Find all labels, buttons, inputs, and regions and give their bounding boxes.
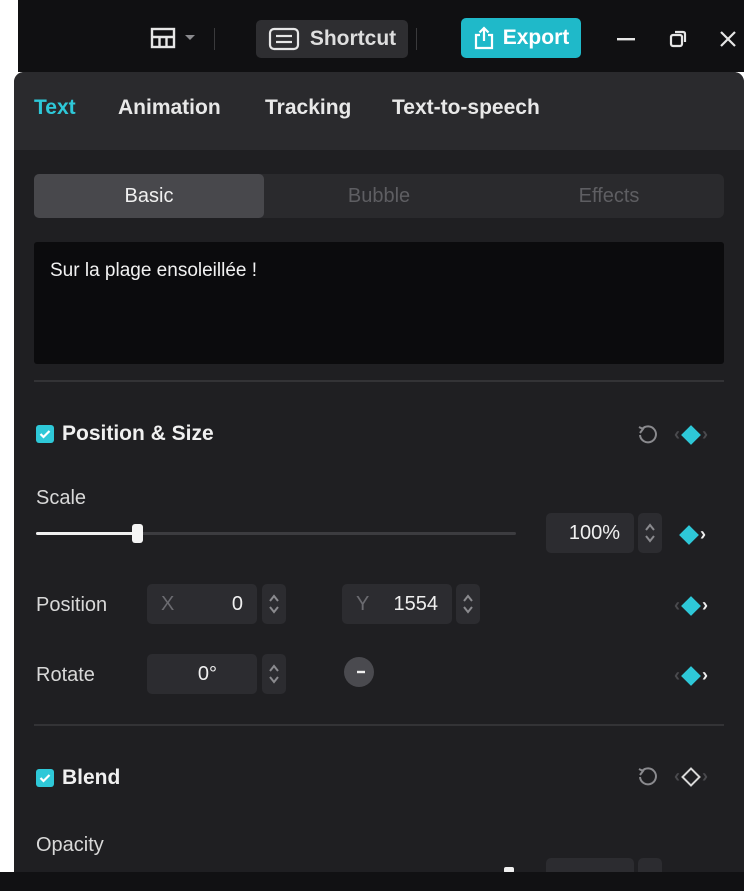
shortcut-button[interactable]: Shortcut [256, 20, 408, 58]
keyboard-icon [268, 27, 299, 51]
reset-icon[interactable] [636, 424, 658, 446]
position-y-prefix: Y [356, 592, 370, 615]
scale-label: Scale [36, 487, 87, 509]
section-divider [34, 724, 724, 726]
close-icon [720, 31, 736, 47]
position-x-input[interactable]: X 0 [147, 584, 257, 624]
keyframe-diamond-icon [681, 424, 701, 445]
tab-tracking[interactable]: Tracking [265, 96, 351, 120]
subtab-bubble[interactable]: Bubble [264, 174, 494, 218]
keyframe-diamond-icon [681, 665, 701, 686]
keyframe-diamond-icon [681, 766, 701, 787]
blend-checkbox[interactable] [36, 769, 54, 787]
properties-panel: Text Animation Tracking Text-to-speech B… [14, 72, 744, 872]
position-size-title: Position & Size [62, 422, 214, 445]
stepper-arrows-icon [463, 594, 473, 614]
chevron-right-icon: › [702, 665, 708, 685]
restore-icon [669, 30, 687, 48]
opacity-label: Opacity [36, 834, 104, 856]
scale-slider-thumb[interactable] [131, 524, 143, 543]
stepper-arrows-icon [645, 523, 655, 543]
subtab-segmented-control: Basic Bubble Effects [34, 174, 724, 218]
scale-value: 100% [568, 521, 620, 544]
restore-button[interactable] [664, 24, 692, 54]
position-label: Position [36, 594, 108, 616]
position-size-checkbox[interactable] [36, 425, 54, 443]
position-x-stepper[interactable] [262, 584, 286, 624]
tab-animation[interactable]: Animation [118, 96, 221, 120]
keyframe-diamond-icon [681, 595, 701, 616]
export-button[interactable]: Export [461, 18, 581, 58]
tab-text[interactable]: Text [34, 96, 76, 120]
keyframe-diamond-icon [679, 524, 699, 545]
section-divider [34, 380, 724, 382]
blend-header: Blend [36, 766, 120, 790]
check-icon [39, 774, 51, 783]
chevron-down-icon [185, 35, 195, 40]
chevron-left-icon: ‹ [674, 595, 680, 615]
layout-icon [150, 27, 176, 49]
scale-keyframe[interactable]: › [679, 524, 706, 545]
rotate-dial-icon [357, 670, 365, 674]
check-icon [39, 430, 51, 439]
position-y-input[interactable]: Y 1554 [342, 584, 452, 624]
position-keyframe[interactable]: ‹ › [674, 595, 708, 616]
close-button[interactable] [714, 24, 742, 54]
scale-slider-fill [36, 532, 137, 535]
minimize-icon [617, 38, 635, 41]
chevron-right-icon: › [702, 424, 708, 444]
rotate-label: Rotate [36, 664, 95, 686]
minimize-button[interactable] [612, 24, 640, 54]
window-edge [0, 72, 14, 872]
tab-bar: Text Animation Tracking Text-to-speech [14, 72, 744, 150]
opacity-stepper[interactable] [638, 858, 662, 872]
rotate-value: 0° [197, 662, 217, 685]
position-x-value: 0 [231, 592, 243, 615]
blend-keyframe[interactable]: ‹ › [674, 766, 708, 787]
export-label: Export [502, 26, 570, 49]
window-bottom-edge [0, 872, 744, 891]
scale-stepper[interactable] [638, 513, 662, 553]
reset-icon[interactable] [636, 766, 658, 788]
chevron-right-icon: › [700, 524, 706, 544]
chevron-left-icon: ‹ [674, 665, 680, 685]
rotate-keyframe[interactable]: ‹ › [674, 665, 708, 686]
toolbar-separator [214, 28, 215, 50]
shortcut-label: Shortcut [309, 27, 397, 50]
position-y-value: 1554 [393, 592, 439, 615]
title-bar: Shortcut Export [18, 0, 744, 72]
subtab-effects[interactable]: Effects [494, 174, 724, 218]
toolbar-separator [416, 28, 417, 50]
layout-menu[interactable] [150, 24, 206, 52]
subtab-basic[interactable]: Basic [34, 174, 264, 218]
scale-input[interactable]: 100% [546, 513, 634, 553]
scale-slider[interactable] [36, 524, 516, 543]
stepper-arrows-icon [269, 594, 279, 614]
chevron-left-icon: ‹ [674, 424, 680, 444]
position-size-header: Position & Size [36, 422, 214, 446]
rotate-dial[interactable] [344, 657, 374, 687]
rotate-input[interactable]: 0° [147, 654, 257, 694]
tab-text-to-speech[interactable]: Text-to-speech [392, 96, 540, 120]
text-content-input[interactable]: Sur la plage ensoleillée ! [34, 242, 724, 364]
stepper-arrows-icon [269, 664, 279, 684]
chevron-right-icon: › [702, 595, 708, 615]
export-icon [474, 26, 493, 50]
opacity-input[interactable] [546, 858, 634, 872]
position-size-keyframe[interactable]: ‹ › [674, 424, 708, 445]
chevron-right-icon: › [702, 766, 708, 786]
position-x-prefix: X [161, 592, 175, 615]
chevron-left-icon: ‹ [674, 766, 680, 786]
blend-title: Blend [62, 766, 121, 789]
position-y-stepper[interactable] [456, 584, 480, 624]
rotate-stepper[interactable] [262, 654, 286, 694]
